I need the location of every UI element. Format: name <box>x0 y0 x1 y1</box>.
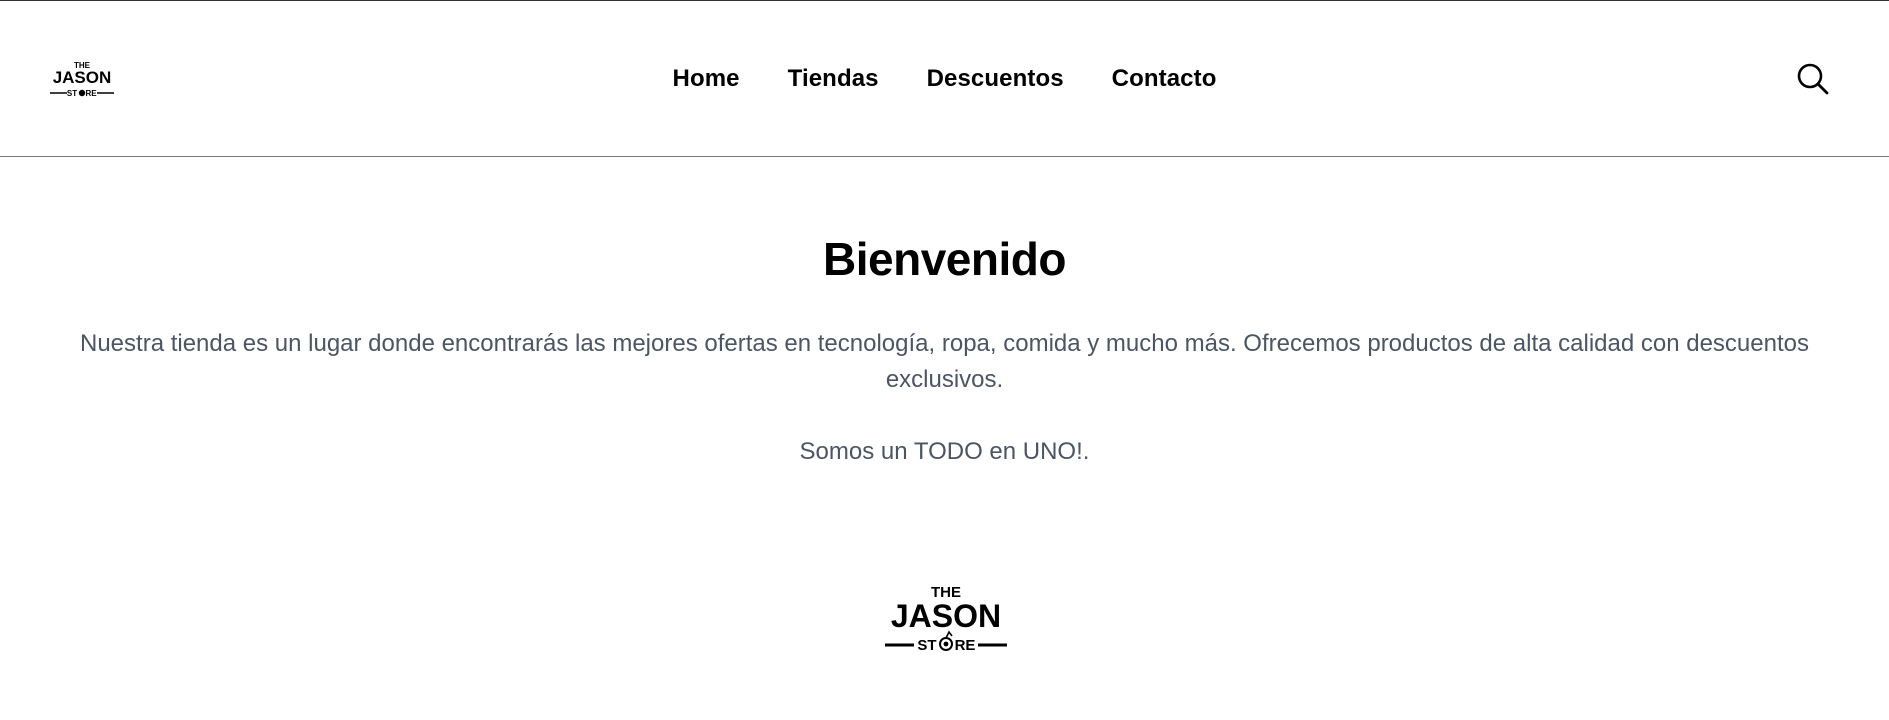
site-header: THE JASON ST RE Home Tiendas Descuentos … <box>0 1 1889 157</box>
nav-link-descuentos[interactable]: Descuentos <box>927 65 1064 92</box>
footer-logo-o-mark <box>939 630 953 651</box>
nav-item-home: Home <box>673 65 740 93</box>
main-content: Bienvenido Nuestra tienda es un lugar do… <box>0 158 1889 470</box>
footer-logo-text-re: RE <box>955 637 976 654</box>
nav-item-descuentos: Descuentos <box>927 65 1064 93</box>
nav-list: Home Tiendas Descuentos Contacto <box>673 65 1217 93</box>
search-icon <box>1797 63 1829 95</box>
header-logo: THE JASON ST RE <box>50 61 114 98</box>
footer-logo-text-jason: JASON <box>891 598 1001 634</box>
nav-item-tiendas: Tiendas <box>788 65 879 93</box>
main-nav: Home Tiendas Descuentos Contacto <box>0 1 1889 157</box>
nav-link-tiendas[interactable]: Tiendas <box>788 65 879 92</box>
search-button[interactable] <box>1796 62 1830 96</box>
header-logo-link[interactable]: THE JASON ST RE <box>48 59 116 99</box>
intro-paragraph: Nuestra tienda es un lugar donde encontr… <box>80 330 1809 393</box>
logo-text-jason: JASON <box>53 68 112 87</box>
logo-text-re: RE <box>85 89 97 98</box>
nav-link-contacto[interactable]: Contacto <box>1112 65 1217 92</box>
nav-item-contacto: Contacto <box>1112 65 1217 93</box>
nav-link-home[interactable]: Home <box>673 65 740 92</box>
footer-logo: THE JASON ST RE <box>883 580 1009 656</box>
page-title: Bienvenido <box>823 233 1066 285</box>
logo-o-mark <box>78 89 86 97</box>
logo-text-st: ST <box>67 89 77 98</box>
tagline: Somos un TODO en UNO!. <box>799 438 1090 465</box>
footer-logo-text-st: ST <box>917 637 936 654</box>
